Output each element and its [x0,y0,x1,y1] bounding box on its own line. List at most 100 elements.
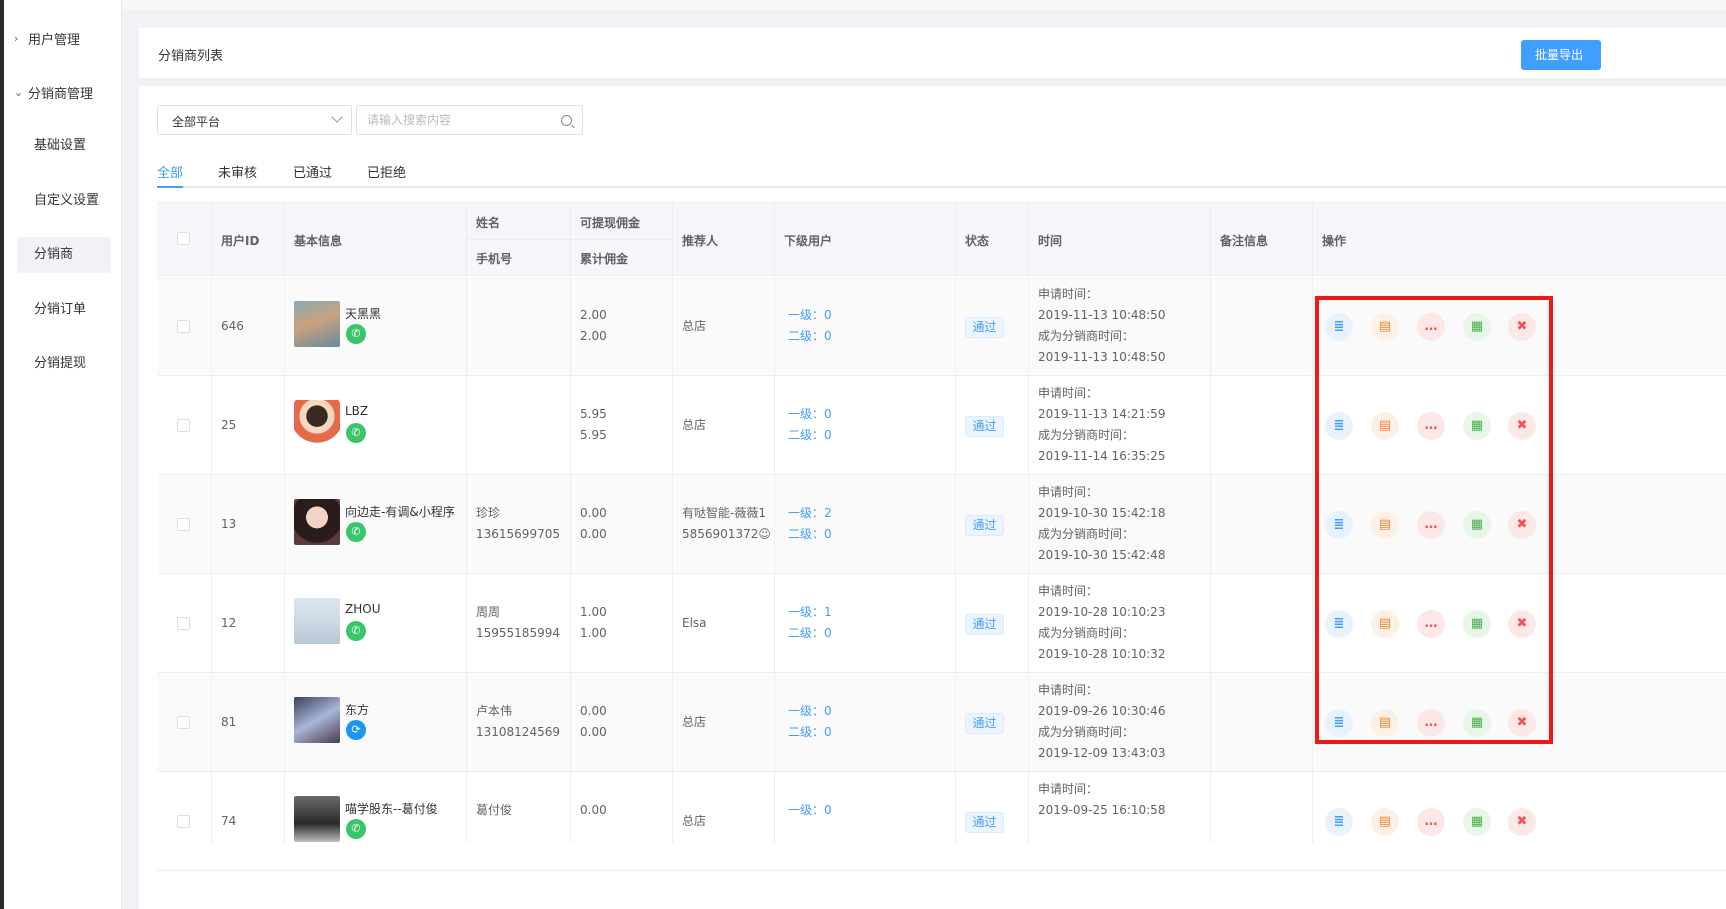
sidebar-edge [0,0,4,909]
sidebar: › 用户管理 ⌄ 分销商管理 基础设置 自定义设置 分销商 分销订单 分销提现 [0,0,122,909]
select-all-checkbox[interactable] [177,232,190,245]
referrer-continued: 5856901372☺ [682,527,771,541]
tab-rejected[interactable]: 已拒绝 [367,162,406,188]
sidebar-item-distributors[interactable]: 分销商 [17,237,111,273]
cumulative-commission: 0.00 [580,725,607,739]
user-id: 74 [221,814,237,828]
become-time-label: 成为分销商时间： [1038,527,1135,541]
col-withdrawable: 可提现佣金 [580,216,641,230]
level1-users-link[interactable]: 一级：0 [788,701,832,722]
referrer: 总店 [682,814,707,828]
row-checkbox[interactable] [177,419,190,432]
sidebar-item-distribution-orders[interactable]: 分销订单 [17,292,111,328]
withdrawable-commission: 1.00 [580,605,607,619]
search-field[interactable] [356,105,583,135]
become-time: 2019-11-14 16:35:25 [1038,449,1166,463]
level1-users-link[interactable]: 一级：0 [788,305,832,326]
col-sub-users: 下级用户 [784,234,833,248]
row-checkbox[interactable] [177,716,190,729]
status-badge: 通过 [965,416,1004,437]
apply-time: 2019-10-30 15:42:18 [1038,506,1166,520]
real-name: 卢本伟 [476,704,513,718]
become-time: 2019-12-09 13:43:03 [1038,746,1166,760]
actions-highlight-box [1315,296,1553,744]
level2-users-link[interactable]: 二级：0 [788,623,832,644]
row-checkbox[interactable] [177,518,190,531]
become-time: 2019-10-28 10:10:32 [1038,647,1166,661]
status-badge: 通过 [965,317,1004,338]
wechat-icon: ✆ [346,522,366,542]
row-checkbox[interactable] [177,815,190,828]
tab-all[interactable]: 全部 [157,162,184,188]
qrcode-card-icon[interactable]: ▤ [1371,808,1399,836]
cumulative-commission: 2.00 [580,329,607,343]
status-tabs: 全部 未审核 已通过 已拒绝 [157,162,1726,188]
withdrawable-commission: 2.00 [580,308,607,322]
status-badge: 通过 [965,812,1004,833]
search-input[interactable] [367,111,547,129]
sidebar-item-distribution-withdraw[interactable]: 分销提现 [17,346,111,382]
row-checkbox[interactable] [177,320,190,333]
tab-approved[interactable]: 已通过 [293,162,332,188]
level2-users-link[interactable]: 二级：0 [788,425,832,446]
referrer: 有哒智能-薇薇1 [682,506,766,520]
col-user-id: 用户ID [221,234,260,248]
platform-select-value: 全部平台 [172,115,221,129]
user-nickname: 向边走-有调&小程序 [345,505,455,519]
chevron-right-icon: › [14,32,19,45]
table-header: 用户ID 基本信息 姓名 手机号 可提现佣金 累计佣金 推荐人 下级用户 状态 … [157,203,1726,276]
level1-users-link[interactable]: 一级：1 [788,602,832,623]
col-actions: 操作 [1322,234,1347,248]
batch-export-button[interactable]: 批量导出 [1521,40,1601,70]
status-badge: 通过 [965,614,1004,635]
become-time-label: 成为分销商时间： [1038,428,1135,442]
cumulative-commission: 1.00 [580,626,607,640]
detail-icon[interactable]: ≣ [1325,808,1353,836]
row-checkbox[interactable] [177,617,190,630]
column-divider [672,203,673,843]
avatar [294,400,340,446]
level1-users-link[interactable]: 一级：2 [788,503,832,524]
level2-users-link[interactable]: 二级：0 [788,722,832,743]
user-id: 13 [221,517,237,531]
apply-time: 2019-11-13 14:21:59 [1038,407,1166,421]
col-referrer: 推荐人 [682,234,719,248]
apply-time: 2019-09-25 16:10:58 [1038,803,1166,817]
col-remark: 备注信息 [1220,234,1269,248]
page-title: 分销商列表 [158,49,224,64]
level2-users-link[interactable]: 二级：0 [788,524,832,545]
wechat-icon: ✆ [346,621,366,641]
become-time: 2019-11-13 10:48:50 [1038,350,1166,364]
sidebar-item-custom-settings[interactable]: 自定义设置 [17,183,111,219]
avatar [294,301,340,347]
wechat-icon: ✆ [346,819,366,839]
user-nickname: 东方 [345,703,370,717]
top-strip [122,0,1726,10]
referrer: Elsa [682,616,707,630]
delete-icon[interactable]: ✖ [1508,808,1536,836]
phone-number: 13615699705 [476,527,560,541]
level1-users-link[interactable]: 一级：0 [788,404,832,425]
platform-select[interactable]: 全部平台 [157,105,352,135]
col-basic-info: 基本信息 [294,234,343,248]
tab-pending[interactable]: 未审核 [218,162,257,188]
message-icon[interactable]: … [1417,808,1445,836]
level2-users-link[interactable]: 二级：0 [788,326,832,347]
user-id: 81 [221,715,237,729]
referrer: 总店 [682,418,707,432]
wechat-icon: ✆ [346,324,366,344]
cumulative-commission: 0.00 [580,527,607,541]
cumulative-commission: 5.95 [580,428,607,442]
qrcode-icon[interactable]: ▦ [1463,808,1491,836]
nav-group-distributor-management[interactable]: ⌄ 分销商管理 [14,83,93,102]
column-divider [1210,203,1211,843]
sidebar-item-basic-settings[interactable]: 基础设置 [17,128,111,164]
avatar [294,499,340,545]
referrer: 总店 [682,715,707,729]
search-icon[interactable] [561,115,572,126]
withdrawable-commission: 5.95 [580,407,607,421]
level1-users-link[interactable]: 一级：0 [788,800,832,821]
nav-group-user-management[interactable]: › 用户管理 [14,29,80,48]
real-name: 葛付俊 [476,803,513,817]
apply-time: 2019-09-26 10:30:46 [1038,704,1166,718]
